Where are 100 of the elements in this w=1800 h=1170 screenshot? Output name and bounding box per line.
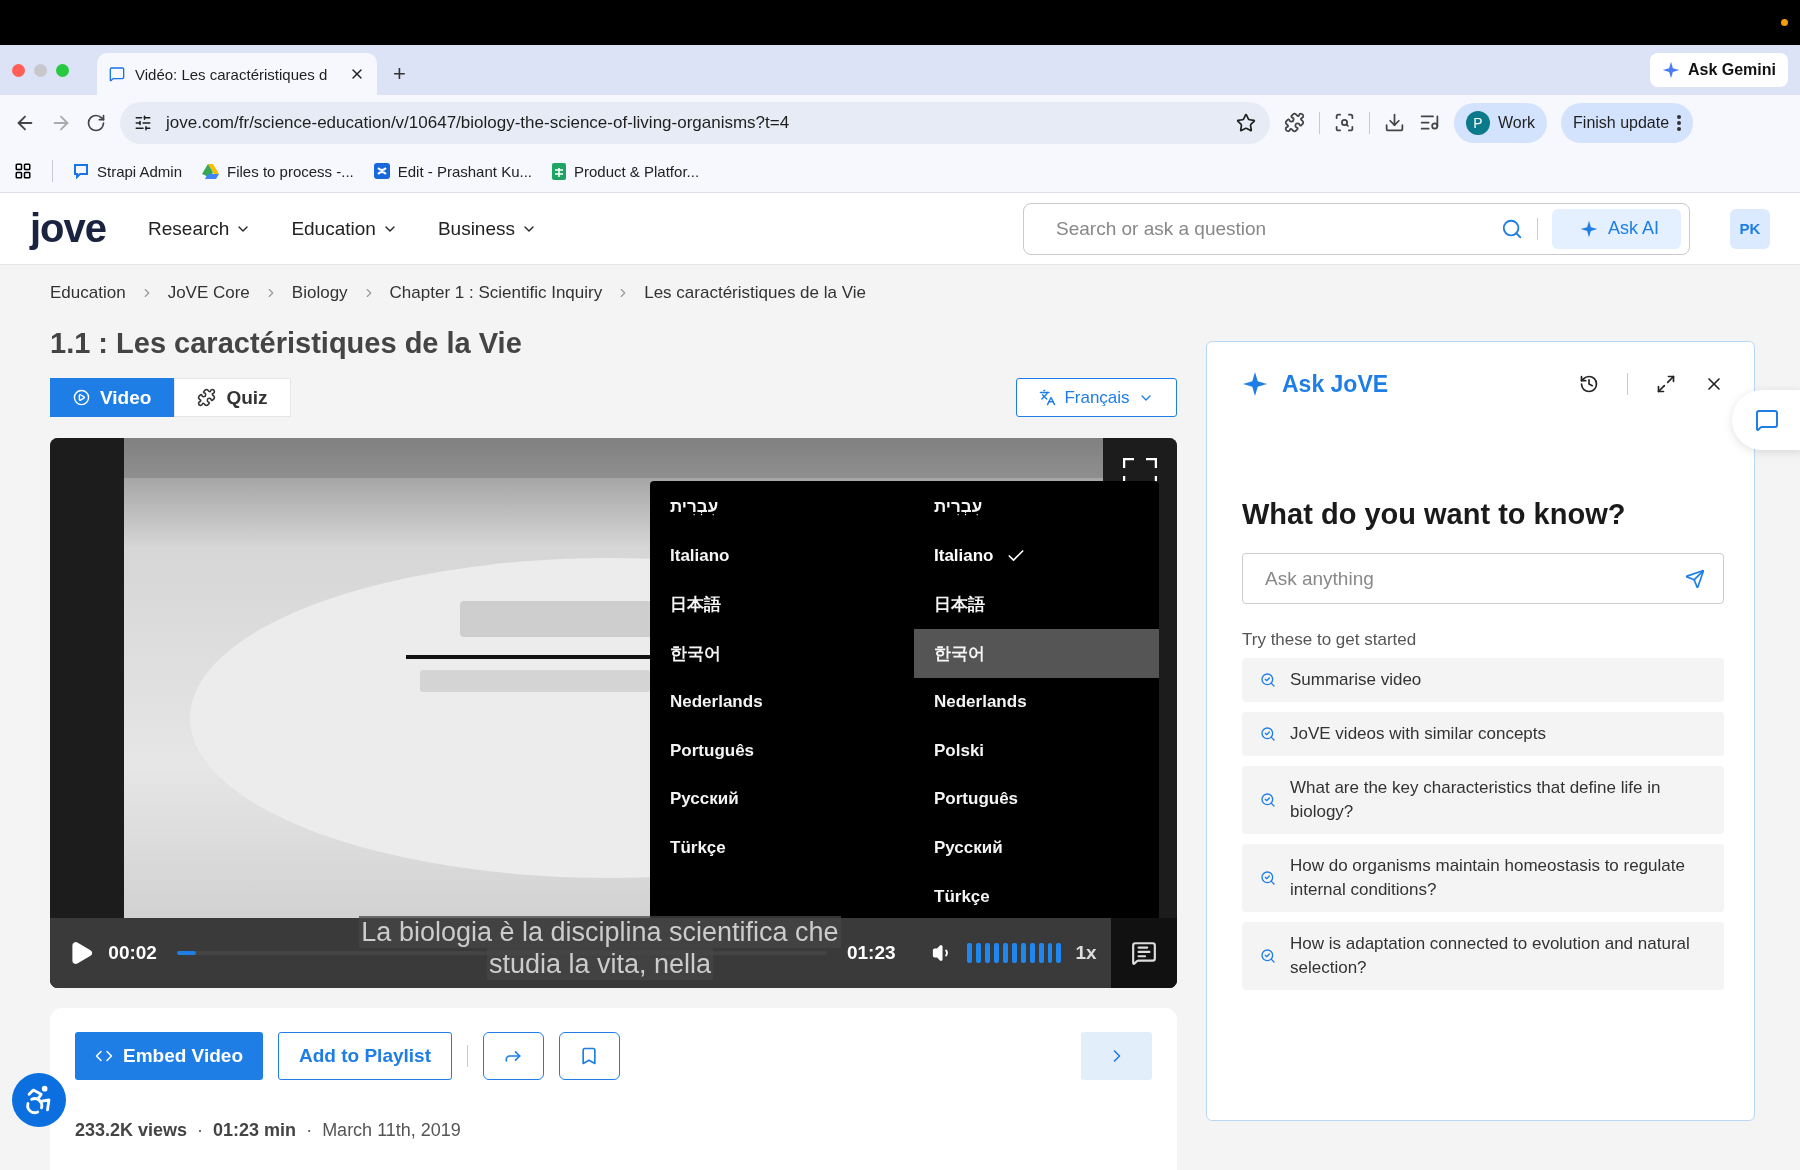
language-option[interactable]: 한국어	[650, 629, 914, 678]
suggestion-item[interactable]: JoVE videos with similar concepts	[1242, 712, 1724, 756]
profile-button[interactable]: P Work	[1454, 102, 1548, 143]
profile-avatar: P	[1466, 110, 1490, 135]
duration: 01:23	[846, 942, 896, 964]
puzzle-icon	[197, 388, 217, 407]
language-button[interactable]: Français	[1016, 378, 1177, 417]
sparkle-icon	[1242, 371, 1268, 397]
embed-video-button[interactable]: Embed Video	[75, 1032, 263, 1080]
language-option[interactable]: 日本語	[650, 580, 914, 630]
finish-update-button[interactable]: Finish update	[1561, 102, 1694, 143]
browser-tab[interactable]: Vidéo: Les caractéristiques d	[97, 53, 377, 95]
breadcrumb-link[interactable]: Chapter 1 : Scientific Inquiry	[389, 283, 603, 303]
ask-input-field[interactable]: Ask anything	[1263, 554, 1685, 603]
add-to-playlist-button[interactable]: Add to Playlist	[278, 1032, 452, 1080]
suggestion-item[interactable]: How do organisms maintain homeostasis to regulate internal conditions?	[1242, 844, 1724, 912]
site-settings-icon	[134, 113, 152, 132]
accessibility-button[interactable]	[12, 1073, 66, 1127]
bookmark-link[interactable]: Files to process -...	[202, 162, 354, 180]
ask-bar[interactable]: Ask anything	[1242, 553, 1724, 604]
chat-bubble-icon	[73, 163, 89, 179]
cross-logo-icon	[373, 163, 390, 179]
breadcrumb-link[interactable]: Les caractéristiques de la Vie	[644, 283, 866, 303]
new-tab-button[interactable]: +	[385, 53, 414, 95]
language-option[interactable]: Italiano	[650, 531, 914, 581]
language-option[interactable]: Nederlands	[914, 677, 1159, 727]
separator-dot: ·	[306, 1120, 313, 1141]
search-icon	[1500, 217, 1523, 240]
send-icon	[1685, 568, 1705, 589]
search-icon	[1260, 672, 1276, 688]
suggestions-hint: Try these to get started	[1242, 630, 1418, 650]
search-icon	[1260, 870, 1276, 886]
suggestion-item[interactable]: How is adaptation connected to evolution and natural selection?	[1242, 922, 1724, 990]
captions-button[interactable]	[1110, 918, 1177, 988]
language-option[interactable]: 日本語	[914, 580, 1159, 630]
share-button[interactable]	[483, 1032, 544, 1080]
close-window-button[interactable]	[12, 63, 25, 77]
spreadsheet-icon	[552, 162, 566, 180]
language-option[interactable]: Polski	[914, 726, 1159, 776]
triangle-logo-icon	[202, 163, 220, 179]
tab-search-icon	[1334, 112, 1355, 133]
volume-meter[interactable]	[967, 943, 1062, 963]
chat-bubble-icon	[1755, 408, 1779, 432]
chat-button[interactable]	[1732, 390, 1800, 450]
view-tab[interactable]: Video	[50, 378, 175, 417]
panel-title: Ask JoVE	[1282, 370, 1389, 398]
current-time: 00:02	[108, 942, 157, 964]
panel-heading: What do you want to know?	[1242, 498, 1627, 531]
star-icon	[1236, 112, 1256, 133]
language-option[interactable]: עִבְרִית	[914, 483, 1159, 532]
history-icon	[1579, 374, 1599, 394]
play-circle-icon	[73, 389, 90, 406]
nav-menu-button[interactable]: Business	[431, 216, 543, 241]
ask-ai-button[interactable]: Ask AI	[1551, 208, 1681, 249]
search-icon	[1260, 726, 1276, 742]
bookmark-link[interactable]: Product & Platfor...	[552, 162, 700, 180]
video-stat: 01:23 min	[213, 1120, 297, 1141]
bookmark-link[interactable]: Edit - Prashant Ku...	[373, 162, 532, 180]
speed-button[interactable]: 1x	[1075, 942, 1097, 964]
language-option[interactable]: 한국어	[914, 629, 1159, 678]
download-icon	[1384, 112, 1405, 133]
language-option[interactable]: Português	[650, 726, 914, 776]
page-title: 1.1 : Les caractéristiques de la Vie	[50, 327, 523, 360]
language-option[interactable]: Nederlands	[650, 677, 914, 727]
language-option[interactable]: Türkçe	[650, 823, 914, 873]
language-option[interactable]: Português	[914, 775, 1159, 824]
bookmark-link[interactable]: Strapi Admin	[73, 162, 183, 180]
nav-menu-button[interactable]: Education	[285, 216, 404, 241]
language-option[interactable]: Türkçe	[914, 872, 1159, 922]
suggestion-item[interactable]: What are the key characteristics that define life in biology?	[1242, 766, 1724, 834]
search-icon	[1260, 792, 1276, 808]
suggestion-item[interactable]: Summarise video	[1242, 658, 1724, 702]
jove-logo[interactable]: jove	[30, 206, 107, 251]
language-option[interactable]: Русский	[914, 823, 1159, 873]
ask-gemini-button[interactable]: Ask Gemini	[1649, 53, 1788, 87]
tab-title: Vidéo: Les caractéristiques d	[135, 65, 329, 83]
view-tab[interactable]: Quiz	[174, 378, 291, 417]
more-icon	[1677, 114, 1682, 131]
language-option[interactable]: Русский	[650, 775, 914, 824]
language-option[interactable]: עִבְרִית	[650, 483, 914, 532]
separator-dot: ·	[197, 1120, 204, 1141]
captions-icon	[1130, 940, 1157, 966]
breadcrumb-link[interactable]: JoVE Core	[167, 283, 250, 303]
publish-date: March 11th, 2019	[322, 1120, 461, 1141]
search-field[interactable]: Search or ask a question	[1054, 203, 1487, 254]
breadcrumb-link[interactable]: Biology	[291, 283, 348, 303]
search-bar[interactable]: Search or ask a question Ask AI	[1023, 202, 1690, 255]
breadcrumb-link[interactable]: Education	[50, 283, 126, 303]
extensions-icon	[1284, 112, 1305, 133]
sparkle-icon	[1579, 219, 1598, 238]
bookmark-button[interactable]	[559, 1032, 620, 1080]
gemini-sparkle-icon	[1661, 61, 1680, 79]
expand-icon	[1656, 374, 1676, 394]
status-dot-icon	[1781, 19, 1788, 26]
address-bar[interactable]: jove.com/fr/science-education/v/10647/biology-the-science-of-living-organisms?t=4	[120, 101, 1270, 144]
translate-icon	[1039, 389, 1057, 406]
language-option[interactable]: Italiano	[914, 531, 1159, 581]
chat-bubble-icon	[109, 66, 125, 82]
reload-icon	[86, 112, 106, 133]
nav-menu-button[interactable]: Research	[142, 216, 258, 241]
